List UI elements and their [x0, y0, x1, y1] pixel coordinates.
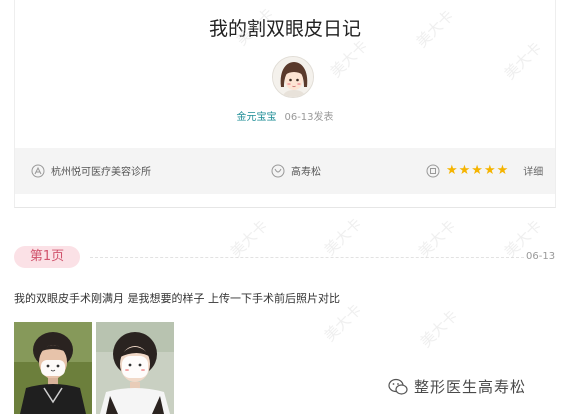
author-name[interactable]: 金元宝宝: [236, 112, 276, 123]
hospital-item[interactable]: 杭州悦可医疗美容诊所: [31, 163, 151, 178]
divider: [90, 257, 524, 258]
entry-text: 我的双眼皮手术刚满月 是我想要的样子 上传一下手术前后照片对比: [14, 292, 340, 305]
brand-name: 整形医生高寿松: [414, 378, 527, 396]
hospital-name: 杭州悦可医疗美容诊所: [51, 167, 151, 178]
watermark: 美大卡: [226, 216, 272, 262]
doctor-item[interactable]: 高寿松: [271, 163, 321, 178]
watermark: 美大卡: [414, 216, 460, 262]
watermark: 美大卡: [320, 214, 366, 260]
page-tag[interactable]: 第1页: [14, 246, 80, 268]
brand-signature: 整形医生高寿松: [388, 376, 526, 397]
rating-item[interactable]: ★★★★★ 详细: [426, 163, 543, 178]
after-photo-image: [96, 322, 174, 414]
diary-header-card: 我的割双眼皮日记 金元宝宝 06-13发表 杭州悦可医疗美容诊所 高寿松 ★★★…: [14, 0, 556, 208]
before-photo-image: [14, 322, 92, 414]
before-photo[interactable]: [14, 322, 92, 414]
rating-stars: ★★★★★: [446, 163, 510, 178]
hospital-icon: [31, 164, 45, 177]
rating-icon: [426, 164, 440, 177]
doctor-icon: [271, 164, 285, 177]
info-bar: 杭州悦可医疗美容诊所 高寿松 ★★★★★ 详细: [15, 148, 555, 194]
detail-link[interactable]: 详细: [523, 163, 543, 178]
entry-date: 06-13: [526, 251, 556, 262]
watermark: 美大卡: [320, 300, 366, 346]
watermark: 美大卡: [416, 306, 462, 352]
diary-title: 我的割双眼皮日记: [208, 18, 361, 40]
author-row: 金元宝宝 06-13发表: [15, 108, 555, 123]
wechat-icon: [388, 378, 408, 395]
author-avatar[interactable]: [272, 56, 314, 98]
girl-avatar-icon: [273, 57, 313, 97]
doctor-name: 高寿松: [291, 167, 321, 178]
after-photo[interactable]: [96, 322, 174, 414]
publish-date: 06-13发表: [284, 112, 334, 123]
